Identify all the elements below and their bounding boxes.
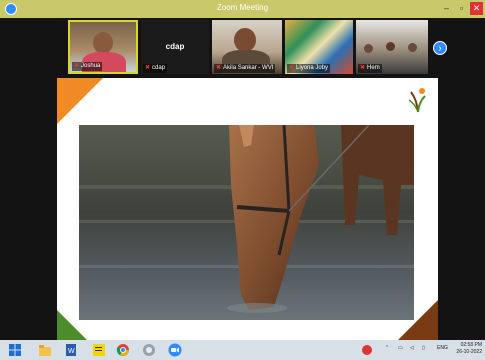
clock-date: 26-10-2022 <box>456 349 482 355</box>
participant-tile[interactable]: ✖ Akila Sankar - WVI <box>212 20 282 74</box>
shared-screen <box>57 78 438 340</box>
participant-tile[interactable]: ✖ Hem <box>356 20 428 74</box>
participant-head <box>364 44 373 53</box>
close-button[interactable]: ✕ <box>470 2 483 15</box>
windows-taskbar: W ⌃ ▭ ◁ ▯ ENG 02:58 PM 26-10-2022 <box>0 340 485 360</box>
participant-name: Liyona Joby <box>296 65 329 71</box>
clock[interactable]: 02:58 PM 26-10-2022 <box>452 342 482 356</box>
windows-start-icon[interactable] <box>8 343 22 357</box>
organization-logo <box>408 88 426 113</box>
participant-head <box>93 32 113 54</box>
participant-tile[interactable]: ✖ Liyona Joby <box>285 20 353 74</box>
title-bar: Zoom Meeting – ▫ ✕ <box>0 0 485 18</box>
participant-name-label: ✖ Liyona Joby <box>287 64 331 73</box>
window-title: Zoom Meeting <box>216 3 269 12</box>
muted-mic-icon: ✖ <box>145 65 151 71</box>
participant-name-label: ✖ Joshua <box>72 62 103 71</box>
participant-tile[interactable]: cdap ✖ cdap <box>141 20 209 74</box>
participant-name: Akila Sankar - WVI <box>223 65 274 71</box>
participant-name-label: ✖ Akila Sankar - WVI <box>214 64 276 73</box>
antivirus-tray-icon[interactable] <box>360 343 374 357</box>
file-explorer-icon[interactable] <box>38 343 52 357</box>
sticky-notes-icon[interactable] <box>92 343 106 357</box>
participant-display-name: cdap <box>165 42 185 51</box>
chevron-right-icon[interactable]: › <box>433 41 447 55</box>
participant-name: cdap <box>152 65 166 71</box>
paint-icon[interactable] <box>142 343 156 357</box>
participant-head <box>234 28 256 52</box>
word-icon[interactable]: W <box>64 343 78 357</box>
muted-mic-icon: ✖ <box>74 63 80 69</box>
participant-head <box>386 42 395 51</box>
chrome-icon[interactable] <box>116 343 130 357</box>
muted-mic-icon: ✖ <box>289 65 295 71</box>
network-icon[interactable]: ▭ <box>398 345 403 351</box>
participant-name: Joshua <box>81 63 101 69</box>
participant-name-label: ✖ cdap <box>143 64 168 73</box>
orange-corner-accent <box>57 78 103 124</box>
battery-icon[interactable]: ▯ <box>422 345 425 351</box>
participant-name-label: ✖ Hem <box>358 64 382 73</box>
language-indicator[interactable]: ENG <box>437 345 448 351</box>
muted-mic-icon: ✖ <box>216 65 222 71</box>
participant-strip: ✖ Joshua cdap ✖ cdap ✖ Akila Sankar - WVI ✖… <box>0 20 485 76</box>
clock-time: 02:58 PM <box>460 342 482 348</box>
participant-name: Hem <box>367 65 380 71</box>
participant-head <box>408 43 417 52</box>
zoom-icon[interactable] <box>168 343 182 357</box>
participant-tile[interactable]: ✖ Joshua <box>68 20 138 74</box>
horse-drinking-photo <box>79 125 414 320</box>
volume-icon[interactable]: ◁ <box>410 345 414 351</box>
maximize-button[interactable]: ▫ <box>455 2 468 15</box>
horse-drinking-illustration <box>79 125 414 320</box>
muted-mic-icon: ✖ <box>360 65 366 71</box>
minimize-button[interactable]: – <box>440 2 453 15</box>
tray-chevron-icon[interactable]: ⌃ <box>385 345 389 351</box>
svg-text:W: W <box>68 348 75 355</box>
meeting-stage: ✖ Joshua cdap ✖ cdap ✖ Akila Sankar - WVI ✖… <box>0 18 485 340</box>
